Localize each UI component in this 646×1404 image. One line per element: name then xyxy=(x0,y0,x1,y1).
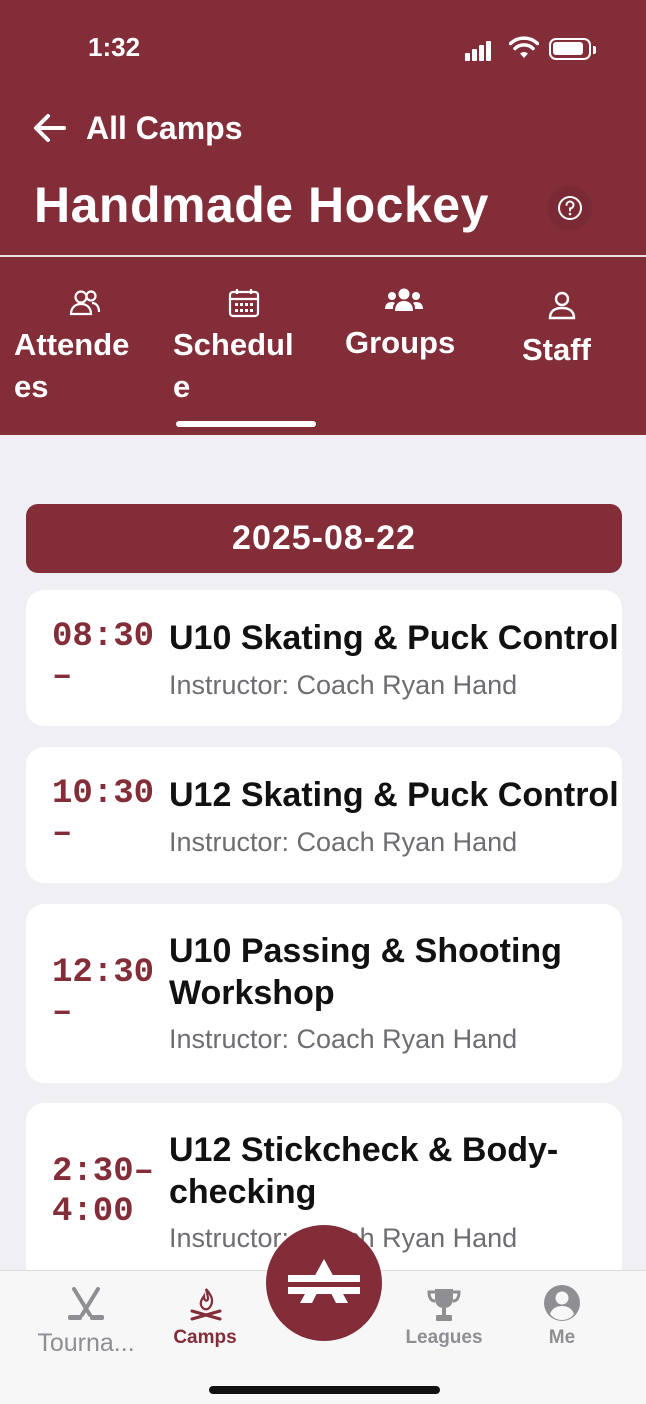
tab-schedule-label-2: e xyxy=(173,369,191,404)
people-outline-icon xyxy=(69,290,101,316)
schedule-time-start: 12:30 xyxy=(52,954,155,992)
user-circle-icon xyxy=(544,1285,580,1321)
tab-attendees-label-2: es xyxy=(14,369,49,404)
group-icon xyxy=(385,288,423,311)
header-divider xyxy=(0,255,646,257)
status-bar: 1:32 xyxy=(0,0,646,96)
tab-bar: Attende es Schedul e Groups Staff xyxy=(0,258,646,435)
tab-schedule-label-1: Schedul xyxy=(173,327,294,362)
tabbar-leagues-label: Leagues xyxy=(405,1327,483,1348)
schedule-item[interactable]: 12:30 – U10 Passing & Shooting Workshop … xyxy=(26,904,622,1083)
tab-staff-label: Staff xyxy=(522,332,591,367)
person-outline-icon xyxy=(548,291,576,320)
center-home-button[interactable] xyxy=(266,1225,382,1341)
tabbar-tournaments[interactable]: Tourna... xyxy=(20,1271,152,1371)
tabbar-camps[interactable]: Camps xyxy=(160,1271,250,1371)
schedule-item[interactable]: 10:30 – U12 Skating & Puck Control Instr… xyxy=(26,747,622,883)
schedule-time-end: – xyxy=(52,815,73,853)
help-button[interactable] xyxy=(548,186,592,230)
schedule-item-title: U12 Stickcheck & Body-checking xyxy=(169,1131,559,1211)
tab-groups-label: Groups xyxy=(345,325,456,360)
status-time: 1:32 xyxy=(88,32,141,62)
tab-schedule[interactable]: Schedul e xyxy=(168,258,328,435)
tab-attendees[interactable]: Attende es xyxy=(0,258,160,435)
schedule-item-title: U12 Skating & Puck Control xyxy=(169,776,619,814)
app-logo-icon xyxy=(286,1259,362,1303)
back-label: All Camps xyxy=(86,109,243,146)
tab-attendees-label-1: Attende xyxy=(14,327,130,362)
question-circle-icon xyxy=(558,196,582,220)
back-button[interactable]: All Camps xyxy=(32,108,242,148)
hockey-sticks-icon xyxy=(68,1287,104,1320)
calendar-icon xyxy=(228,289,260,318)
tabbar-tournaments-label: Tourna... xyxy=(37,1329,135,1357)
schedule-item-title: U10 Passing & Shooting Workshop xyxy=(169,932,562,1012)
schedule-item-instructor: Instructor: Coach Ryan Hand xyxy=(169,1024,518,1054)
schedule-item-instructor: Instructor: Coach Ryan Hand xyxy=(169,827,518,857)
trophy-icon xyxy=(427,1289,461,1321)
schedule-date-header: 2025-08-22 xyxy=(26,504,622,573)
schedule-time-end: – xyxy=(52,994,73,1032)
tabbar-me-label: Me xyxy=(548,1327,576,1348)
tabbar-camps-label: Camps xyxy=(173,1327,237,1348)
schedule-time-start: 2:30– xyxy=(52,1153,155,1191)
wifi-icon xyxy=(509,36,539,58)
arrow-left-icon xyxy=(34,114,66,142)
tabbar-leagues[interactable]: Leagues xyxy=(396,1271,492,1371)
schedule-time-end: 4:00 xyxy=(52,1193,134,1231)
active-tab-indicator xyxy=(176,421,316,427)
tab-staff[interactable]: Staff xyxy=(490,258,646,435)
signal-icon xyxy=(465,39,497,61)
header: 1:32 All Camps Handmade Hockey Attende e… xyxy=(0,0,646,435)
schedule-time-start: 08:30 xyxy=(52,618,155,656)
tabbar-me[interactable]: Me xyxy=(520,1271,604,1371)
campfire-icon xyxy=(190,1288,222,1321)
tab-groups[interactable]: Groups xyxy=(330,258,480,435)
schedule-time-end: – xyxy=(52,658,73,696)
schedule-item[interactable]: 08:30 – U10 Skating & Puck Control Instr… xyxy=(26,590,622,726)
home-indicator xyxy=(209,1386,440,1394)
battery-icon xyxy=(549,38,596,60)
schedule-item-instructor: Instructor: Coach Ryan Hand xyxy=(169,670,518,700)
page-title: Handmade Hockey xyxy=(34,177,489,233)
schedule-item-title: U10 Skating & Puck Control xyxy=(169,619,619,657)
schedule-time-start: 10:30 xyxy=(52,775,155,813)
